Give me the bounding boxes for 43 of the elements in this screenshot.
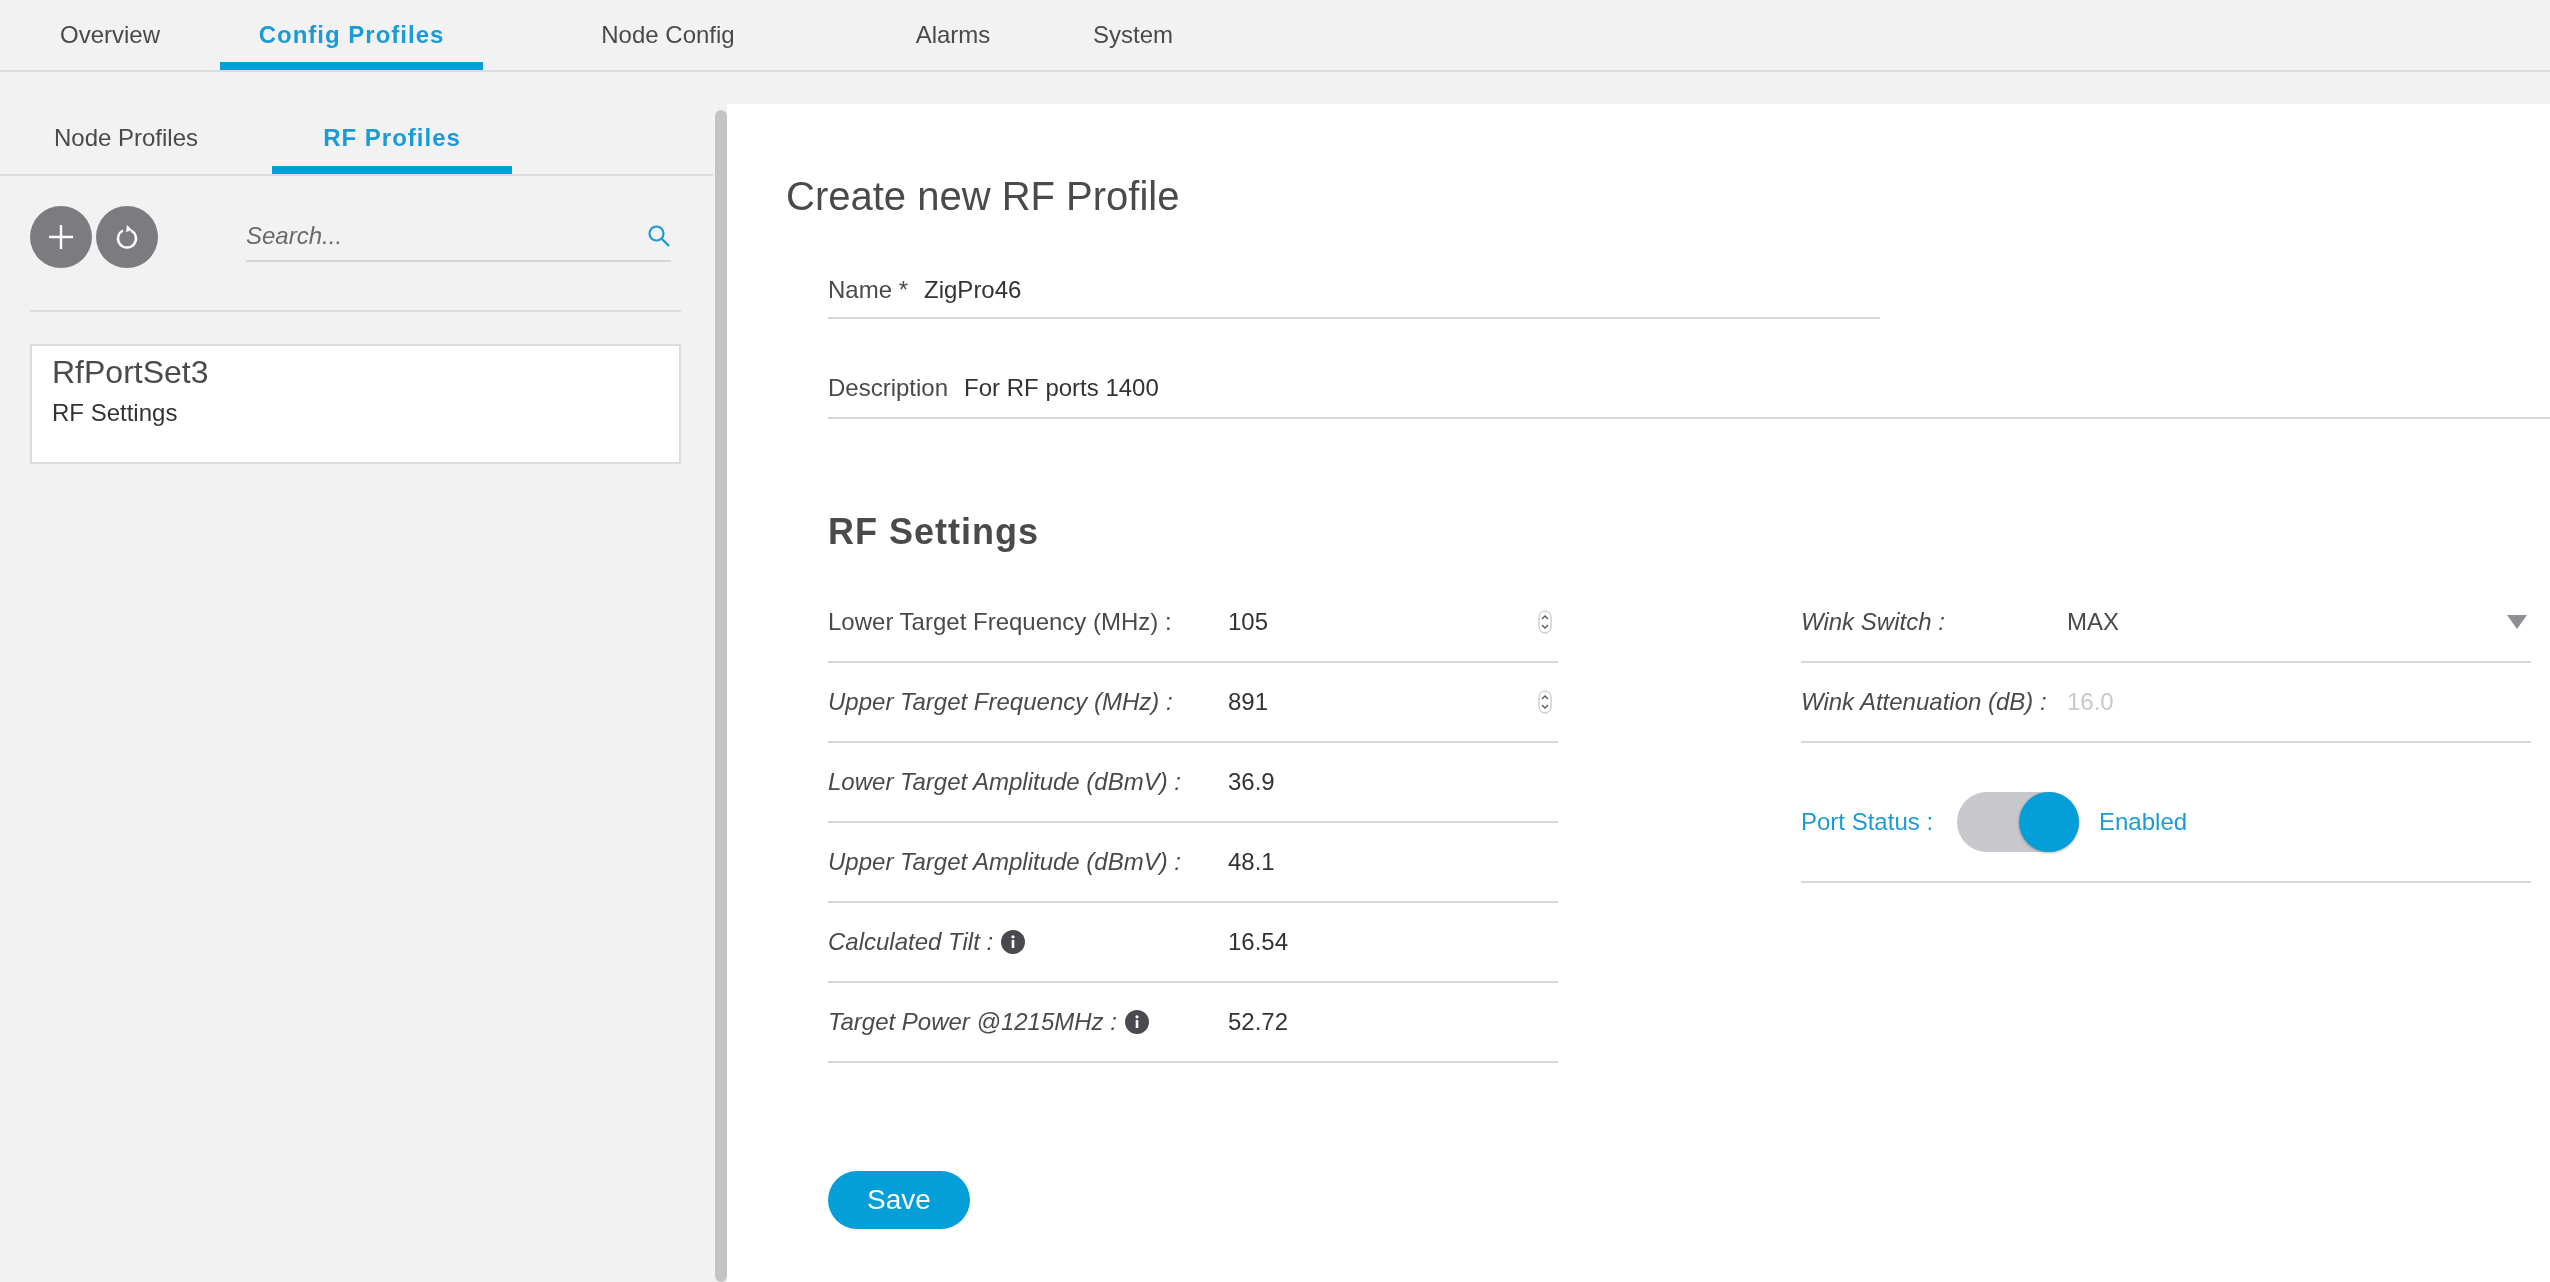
form-title: Create new RF Profile [786,174,1180,219]
search-icon[interactable] [647,224,672,248]
plus-icon [47,223,75,251]
sub-tab[interactable]: Node Profiles [0,104,252,174]
search-field[interactable]: Search... [246,222,648,250]
scrollbar[interactable] [715,110,727,1282]
description-field[interactable]: For RF ports 1400 [964,374,2550,402]
nav-tab[interactable]: System [1053,0,1213,70]
input-field[interactable]: 48.1 [1228,848,1558,876]
field-label: Port Status : [1801,808,1935,836]
field-label: Target Power @1215MHz : [828,1008,1117,1036]
input-field[interactable]: 891 [1228,688,1538,716]
spinner-icon[interactable] [1538,610,1552,634]
input-field[interactable]: 105 [1228,608,1538,636]
info-icon[interactable] [1124,1010,1149,1034]
field-label: Lower Target Amplitude (dBmV) : [828,768,1182,796]
field-label: Wink Switch : [1801,608,1946,636]
dropdown-arrow-icon[interactable] [2507,615,2527,629]
spinner-icon[interactable] [1538,690,1552,714]
input-field[interactable]: 36.9 [1228,768,1558,796]
toggle-switch[interactable] [1957,792,2079,852]
refresh-icon [114,223,140,251]
field-label: Upper Target Amplitude (dBmV) : [828,848,1182,876]
field-label: Calculated Tilt : [828,928,994,956]
toggle-state: Enabled [2099,808,2188,836]
dropdown[interactable]: Wink Switch : MAX [1801,583,2531,663]
nav-tab[interactable]: Alarms [853,0,1053,70]
input-field[interactable]: 52.72 [1228,1008,1558,1036]
name-field[interactable]: ZigPro46 [924,276,1880,304]
nav-tab[interactable]: Node Config [483,0,853,70]
field-label: Upper Target Frequency (MHz) : [828,688,1173,716]
info-icon[interactable] [1001,930,1026,954]
nav-tab[interactable]: Overview [0,0,220,70]
profile-name: RfPortSet3 [52,354,209,391]
dropdown-value: MAX [2067,608,2120,636]
section-title: RF Settings [828,511,1039,553]
field-label: Wink Attenuation (dB) : [1801,688,2048,716]
field-label: Lower Target Frequency (MHz) : [828,608,1172,636]
field-label: Name * [828,276,909,304]
profile-card[interactable]: RfPortSet3 RF Settings [30,344,682,464]
field-label: Description [828,374,949,402]
input-field[interactable]: 16.54 [1228,928,1558,956]
profile-subtitle: RF Settings [52,399,178,427]
